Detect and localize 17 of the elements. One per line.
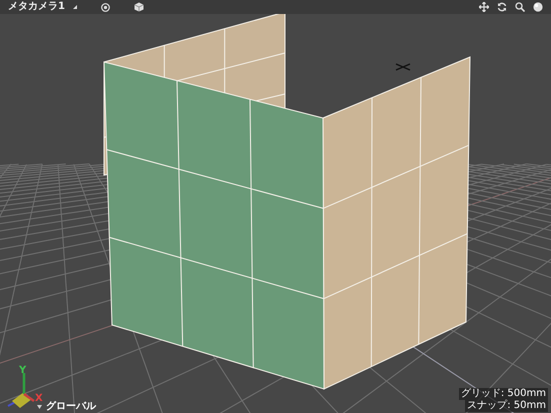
sphere-icon[interactable] bbox=[533, 2, 543, 12]
axis-gizmo-icon bbox=[8, 373, 35, 408]
grid-size-label: グリッド: 500mm bbox=[458, 388, 548, 400]
axis-label: Y bbox=[19, 365, 26, 376]
caret-icon[interactable] bbox=[72, 5, 77, 9]
rotate-icon[interactable] bbox=[497, 2, 507, 12]
snap-size-label: スナップ: 50mm bbox=[465, 400, 548, 412]
target-icon[interactable] bbox=[100, 2, 110, 12]
camera-label[interactable]: メタカメラ1 bbox=[8, 0, 65, 14]
move-icon[interactable] bbox=[479, 2, 489, 12]
cube-icon[interactable] bbox=[134, 2, 144, 12]
caret-icon[interactable] bbox=[37, 405, 42, 409]
cube-model-drawing[interactable] bbox=[103, 14, 471, 390]
zoom-icon[interactable] bbox=[515, 2, 525, 12]
axis-label: X bbox=[35, 393, 43, 404]
coordinate-mode-dropdown[interactable]: グローバル bbox=[46, 401, 96, 413]
cursor-cross-icon bbox=[395, 63, 411, 71]
